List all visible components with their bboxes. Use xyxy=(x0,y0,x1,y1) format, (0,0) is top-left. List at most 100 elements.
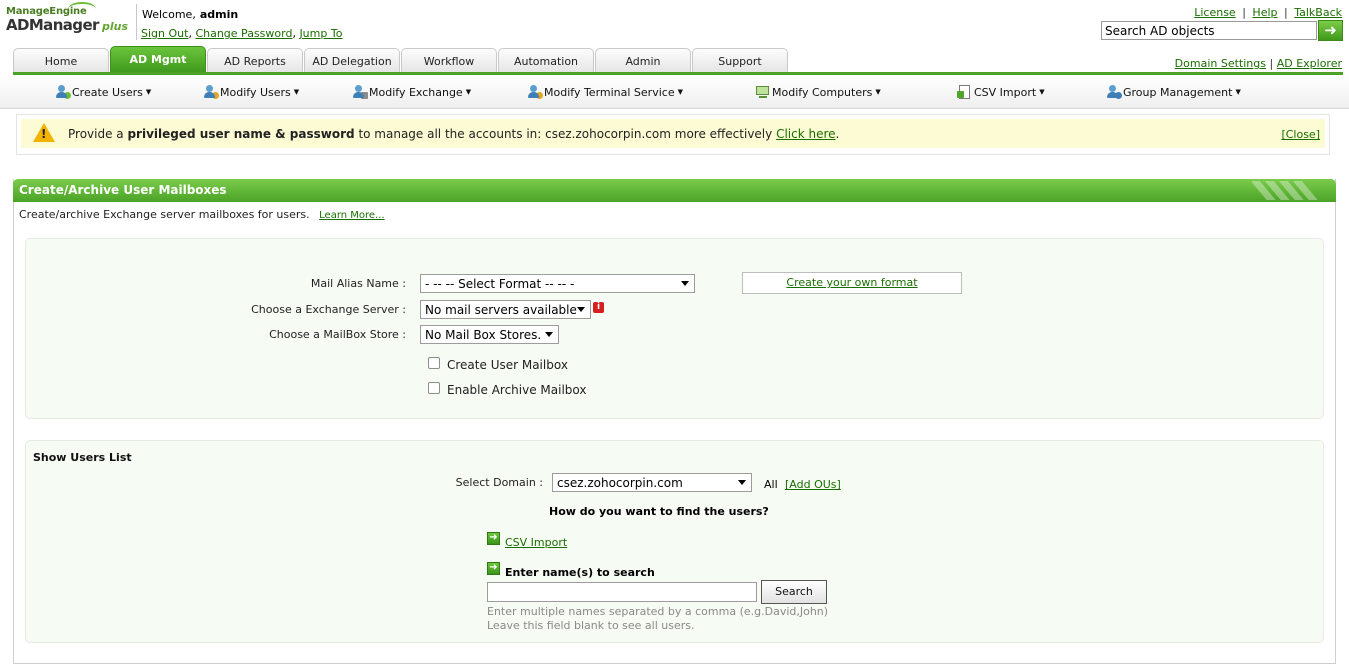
create-format-button[interactable]: Create your own format xyxy=(742,272,962,294)
group-icon xyxy=(1106,85,1122,99)
exchange-server-select[interactable]: No mail servers available xyxy=(420,300,591,319)
mail-alias-select[interactable]: - -- -- Select Format -- -- - xyxy=(420,274,695,293)
link-separator: , xyxy=(292,27,296,40)
welcome-username: admin xyxy=(199,8,239,21)
tab-ad-reports[interactable]: AD Reports xyxy=(207,48,303,72)
enter-names-label: Enter name(s) to search xyxy=(505,566,655,579)
click-here-link[interactable]: Click here xyxy=(776,127,835,141)
subnav-csv-import[interactable]: CSV Import ▼ xyxy=(957,85,1045,99)
add-ous-link[interactable]: [Add OUs] xyxy=(785,478,841,491)
header-divider xyxy=(136,4,137,40)
learn-more-link[interactable]: Learn More... xyxy=(319,210,384,221)
subnav-group-management[interactable]: Group Management ▼ xyxy=(1106,85,1241,99)
logo-swoosh xyxy=(68,2,96,16)
talkback-link[interactable]: TalkBack xyxy=(1294,6,1342,19)
csv-file-icon xyxy=(957,85,973,99)
subnav-label: CSV Import xyxy=(974,85,1037,99)
exchange-user-icon xyxy=(352,85,368,99)
sign-out-link[interactable]: Sign Out xyxy=(141,27,188,40)
computer-icon xyxy=(755,85,771,99)
chevron-down-icon xyxy=(681,281,689,286)
chevron-down-icon xyxy=(545,332,553,337)
subnav-label: Modify Computers xyxy=(772,85,873,99)
create-format-link[interactable]: Create your own format xyxy=(786,276,917,289)
archive-mailbox-checkbox[interactable] xyxy=(428,382,440,394)
tab-ad-mgmt[interactable]: AD Mgmt xyxy=(110,46,206,72)
mailbox-store-select[interactable]: No Mail Box Stores. xyxy=(420,325,559,344)
subnav-modify-computers[interactable]: Modify Computers ▼ xyxy=(755,85,881,99)
change-password-link[interactable]: Change Password xyxy=(195,27,292,40)
subnav-label: Create Users xyxy=(72,85,143,99)
csv-import-link[interactable]: CSV Import xyxy=(505,536,567,549)
main-tabs: Home AD Mgmt AD Reports AD Delegation Wo… xyxy=(13,46,789,73)
chevron-down-icon xyxy=(738,480,746,485)
page-title: Create/Archive User Mailboxes xyxy=(19,183,227,197)
caret-down-icon: ▼ xyxy=(145,88,152,96)
subnav-label: Group Management xyxy=(1123,85,1233,99)
warning-body: ! Provide a privileged user name & passw… xyxy=(21,119,1325,148)
search-go-button[interactable]: ➜ xyxy=(1318,20,1343,41)
chevron-down-icon xyxy=(577,307,585,312)
subnav-create-users[interactable]: Create Users ▼ xyxy=(55,85,151,99)
logo-plus: plus xyxy=(102,20,129,33)
search-hint-1: Enter multiple names separated by a comm… xyxy=(487,605,829,618)
link-separator: | xyxy=(1284,6,1288,19)
help-link[interactable]: Help xyxy=(1252,6,1277,19)
search-button[interactable]: Search xyxy=(761,580,827,604)
tab-admin[interactable]: Admin xyxy=(595,48,691,72)
warning-icon: ! xyxy=(33,123,55,142)
subnav-label: Modify Exchange xyxy=(369,85,463,99)
link-separator: | xyxy=(1242,6,1246,19)
exchange-server-label: Choose a Exchange Server : xyxy=(251,303,406,316)
ad-explorer-link[interactable]: AD Explorer xyxy=(1277,57,1342,70)
caret-down-icon: ▼ xyxy=(677,88,683,96)
admanager-logo: ManageEngine ADManager plus xyxy=(6,2,131,42)
modify-user-icon xyxy=(203,85,219,99)
names-search-input[interactable] xyxy=(487,582,757,602)
panel-header: Create/Archive User Mailboxes xyxy=(13,179,1336,202)
account-links: Sign Out, Change Password, Jump To xyxy=(141,27,342,40)
top-links: License | Help | TalkBack xyxy=(1194,6,1342,19)
caret-down-icon: ▼ xyxy=(1039,88,1045,96)
domain-value: csez.zohocorpin.com xyxy=(557,476,683,490)
warning-end: . xyxy=(835,127,840,141)
mailbox-store-value: No Mail Box Stores. xyxy=(425,328,542,342)
subnav-modify-exchange[interactable]: Modify Exchange ▼ xyxy=(352,85,471,99)
caret-down-icon: ▼ xyxy=(293,88,300,96)
tab-support[interactable]: Support xyxy=(692,48,788,72)
exchange-server-value: No mail servers available xyxy=(425,303,577,317)
all-label: All xyxy=(764,478,778,491)
sub-navigation: Create Users ▼ Modify Users ▼ Modify Excha… xyxy=(0,75,1349,109)
select-domain-label: Select Domain : xyxy=(455,476,543,489)
subnav-modify-terminal-service[interactable]: Modify Terminal Service ▼ xyxy=(527,85,683,99)
link-separator: , xyxy=(188,27,192,40)
show-users-title: Show Users List xyxy=(33,451,132,464)
archive-mailbox-label: Enable Archive Mailbox xyxy=(447,383,587,397)
domain-select[interactable]: csez.zohocorpin.com xyxy=(552,473,752,492)
mail-alias-label: Mail Alias Name : xyxy=(310,277,406,290)
mail-alias-value: - -- -- Select Format -- -- - xyxy=(425,277,575,291)
domain-settings-link[interactable]: Domain Settings xyxy=(1175,57,1266,70)
panel-description: Create/archive Exchange server mailboxes… xyxy=(19,208,385,221)
find-users-question: How do you want to find the users? xyxy=(549,505,769,518)
warning-pre: Provide a xyxy=(68,127,124,141)
mailbox-store-label: Choose a MailBox Store : xyxy=(269,328,406,341)
create-mailbox-checkbox[interactable] xyxy=(428,357,440,369)
subnav-modify-users[interactable]: Modify Users ▼ xyxy=(203,85,299,99)
search-ad-objects-input[interactable]: Search AD objects xyxy=(1101,21,1317,40)
jump-to-link[interactable]: Jump To xyxy=(299,27,342,40)
link-separator: | xyxy=(1269,57,1274,70)
license-link[interactable]: License xyxy=(1194,6,1235,19)
caret-down-icon: ▼ xyxy=(875,88,881,96)
tab-workflow[interactable]: Workflow xyxy=(401,48,497,72)
tab-automation[interactable]: Automation xyxy=(498,48,594,72)
welcome-label: Welcome, xyxy=(142,8,196,21)
search-hint-2: Leave this field blank to see all users. xyxy=(487,619,695,632)
warning-mid: to manage all the accounts in: csez.zoho… xyxy=(358,127,773,141)
tab-home[interactable]: Home xyxy=(13,48,109,72)
close-warning-link[interactable]: [Close] xyxy=(1281,128,1320,141)
welcome-text: Welcome, admin xyxy=(142,8,238,21)
info-icon[interactable]: i xyxy=(593,302,604,313)
tab-ad-delegation[interactable]: AD Delegation xyxy=(304,48,400,72)
domain-links: Domain Settings | AD Explorer xyxy=(1175,57,1342,70)
